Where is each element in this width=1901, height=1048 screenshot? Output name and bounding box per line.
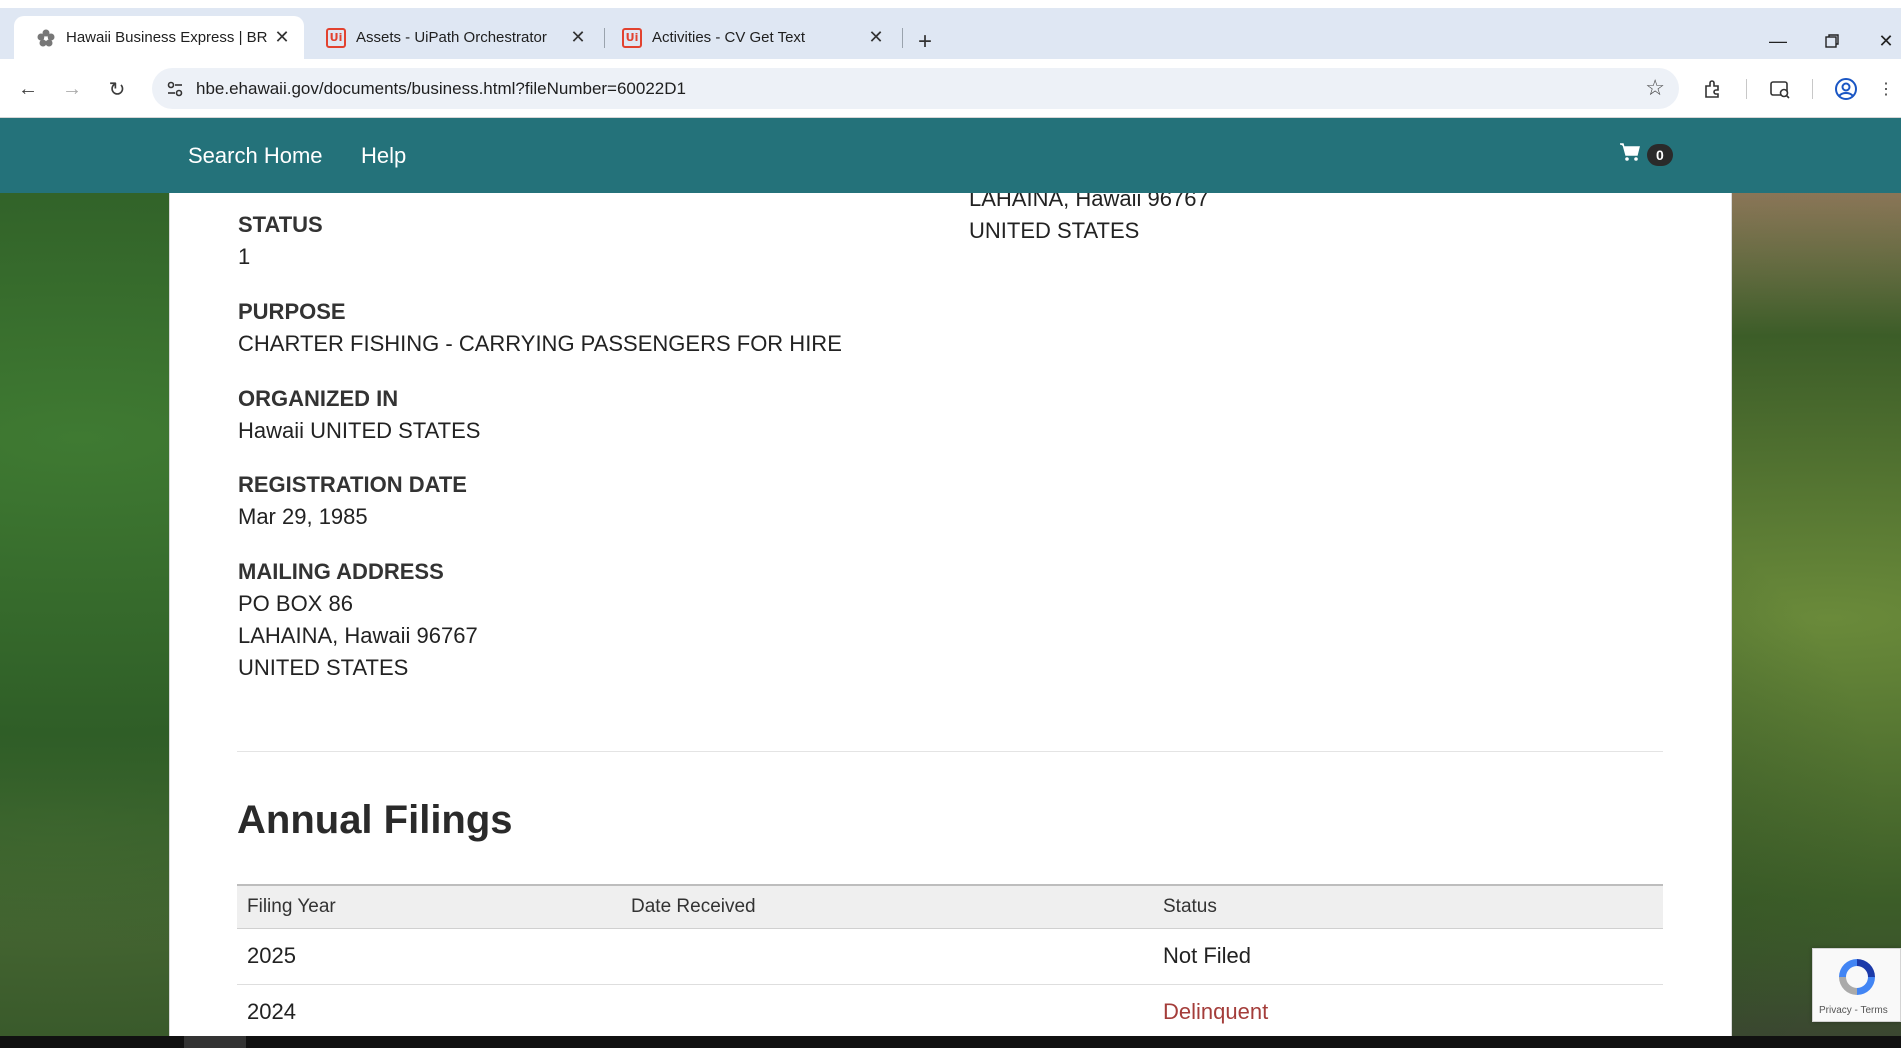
mailing-address-label: MAILING ADDRESS	[238, 559, 444, 584]
profile-icon[interactable]	[1831, 74, 1861, 104]
close-tab-icon[interactable]: ✕	[564, 24, 592, 52]
site-settings-icon[interactable]	[164, 78, 186, 100]
mailing-address-line: LAHAINA, Hawaii 96767	[238, 623, 478, 648]
table-row: 2024 Delinquent	[237, 984, 1663, 1036]
minimize-icon[interactable]: —	[1758, 26, 1798, 56]
hibiscus-icon	[36, 28, 56, 48]
organized-in-field: ORGANIZED IN Hawaii UNITED STATES	[238, 383, 480, 447]
filing-year-cell: 2024	[237, 984, 621, 1036]
filing-year-cell: 2025	[237, 928, 621, 985]
column-header-status: Status	[1153, 884, 1663, 929]
registration-date-field: REGISTRATION DATE Mar 29, 1985	[238, 469, 467, 533]
tab-title: Activities - CV Get Text	[652, 29, 806, 46]
purpose-value: CHARTER FISHING - CARRYING PASSENGERS FO…	[238, 331, 842, 356]
status-field: STATUS 1	[238, 209, 323, 273]
close-window-icon[interactable]: ✕	[1866, 26, 1901, 56]
column-header-date-received: Date Received	[621, 884, 1153, 929]
column-header-filing-year: Filing Year	[237, 884, 621, 929]
uipath-icon: Ui	[622, 27, 642, 48]
tab-title: Hawaii Business Express | BREG	[66, 29, 268, 46]
shopping-cart-icon	[1619, 142, 1641, 167]
registration-date-value: Mar 29, 1985	[238, 504, 368, 529]
principal-address-line: UNITED STATES	[969, 218, 1140, 243]
tab-search-icon[interactable]	[1765, 74, 1795, 104]
extensions-icon[interactable]	[1698, 74, 1728, 104]
forward-icon[interactable]: →	[56, 73, 88, 105]
reload-icon[interactable]: ↻	[101, 73, 133, 105]
browser-toolbar: ← → ↻ hbe.ehawaii.gov/documents/business…	[0, 59, 1901, 118]
filing-status-cell: Delinquent	[1153, 984, 1663, 1036]
close-tab-icon[interactable]: ✕	[268, 24, 296, 52]
address-bar[interactable]: hbe.ehawaii.gov/documents/business.html?…	[152, 68, 1679, 109]
mailing-address-line: UNITED STATES	[238, 655, 409, 680]
organized-in-value: Hawaii UNITED STATES	[238, 418, 481, 443]
registration-date-label: REGISTRATION DATE	[238, 472, 467, 497]
organized-in-label: ORGANIZED IN	[238, 386, 399, 411]
tab-title: Assets - UiPath Orchestrator	[356, 29, 547, 46]
tab-hawaii-business-express[interactable]: Hawaii Business Express | BREG ✕	[14, 16, 304, 59]
toolbar-separator	[1812, 79, 1813, 99]
back-icon[interactable]: ←	[12, 73, 44, 105]
nav-help[interactable]: Help	[361, 143, 406, 169]
table-header-row: Filing Year Date Received Status	[237, 884, 1663, 929]
toolbar-separator	[1746, 79, 1747, 99]
tab-bar: Hawaii Business Express | BREG ✕ Ui Asse…	[0, 8, 1901, 59]
purpose-field: PURPOSE CHARTER FISHING - CARRYING PASSE…	[238, 296, 842, 360]
new-tab-plus-icon[interactable]: +	[911, 28, 939, 56]
mailing-address-line: PO BOX 86	[238, 591, 353, 616]
section-divider	[237, 751, 1663, 752]
os-taskbar	[0, 1036, 1901, 1048]
taskbar-item[interactable]	[184, 1036, 246, 1048]
site-header: Search Home Help 0	[0, 118, 1901, 193]
tab-separator	[902, 28, 903, 48]
bookmark-star-icon[interactable]: ☆	[1645, 75, 1665, 101]
annual-filings-table: Filing Year Date Received Status 2025 No…	[237, 884, 1663, 1036]
tab-cv-get-text[interactable]: Ui Activities - CV Get Text ✕	[600, 16, 898, 59]
status-label: STATUS	[238, 212, 323, 237]
window-top-strip	[0, 0, 1901, 8]
date-received-cell	[621, 928, 1153, 985]
page-viewport: Search Home Help 0 LAHAINA, Hawaii 96767…	[0, 118, 1901, 1036]
recaptcha-logo-icon	[1835, 955, 1879, 999]
recaptcha-badge[interactable]: Privacy - Terms	[1812, 948, 1901, 1022]
nav-search-home[interactable]: Search Home	[188, 143, 323, 169]
purpose-label: PURPOSE	[238, 299, 346, 324]
menu-kebab-icon[interactable]: ⋮	[1876, 74, 1896, 104]
close-tab-icon[interactable]: ✕	[862, 24, 890, 52]
restore-icon[interactable]	[1812, 26, 1852, 56]
filing-status-cell: Not Filed	[1153, 928, 1663, 985]
recaptcha-privacy-terms[interactable]: Privacy - Terms	[1819, 1005, 1888, 1016]
status-value: 1	[238, 244, 251, 269]
table-row: 2025 Not Filed	[237, 928, 1663, 985]
cart-count-badge: 0	[1647, 143, 1673, 166]
mailing-address-field: MAILING ADDRESS PO BOX 86 LAHAINA, Hawai…	[238, 556, 478, 684]
annual-filings-title: Annual Filings	[237, 798, 513, 842]
url-text: hbe.ehawaii.gov/documents/business.html?…	[196, 79, 686, 98]
date-received-cell	[621, 984, 1153, 1036]
tab-uipath-orchestrator[interactable]: Ui Assets - UiPath Orchestrator ✕	[304, 16, 600, 59]
uipath-icon: Ui	[326, 27, 346, 48]
cart-button[interactable]: 0	[1619, 142, 1673, 167]
